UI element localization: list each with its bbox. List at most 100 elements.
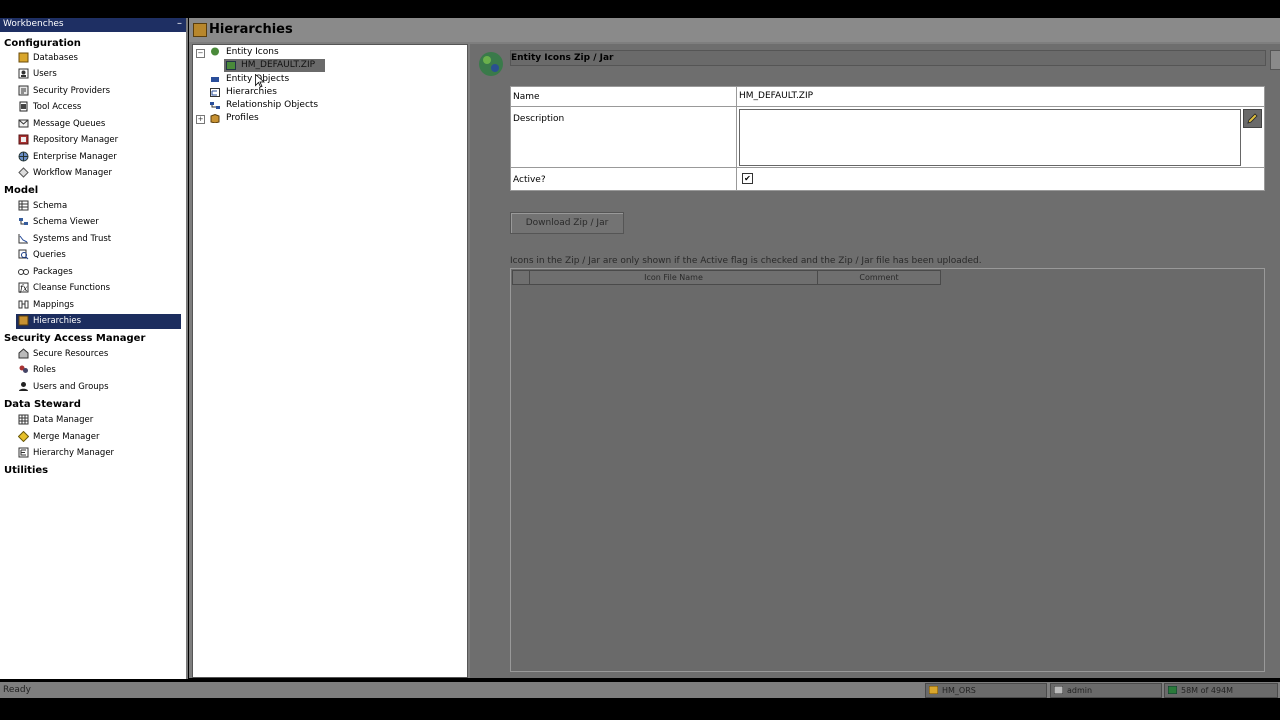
grid-col-comment[interactable]: Comment <box>817 270 941 285</box>
workbench-item-hierarchy-manager[interactable]: Hierarchy Manager <box>16 446 181 461</box>
workbench-item-label: Secure Resources <box>33 349 109 359</box>
tree-node-entity-icons[interactable]: Entity Icons <box>226 47 279 57</box>
active-checkbox[interactable]: ✔ <box>742 173 753 184</box>
workbench-item-schema[interactable]: Schema <box>16 199 181 214</box>
expand-toggle[interactable]: + <box>196 115 205 124</box>
mappings-icon <box>18 299 29 310</box>
status-database: HM_ORS <box>925 683 1047 698</box>
workbench-item-cleanse-functions[interactable]: fx Cleanse Functions <box>16 281 181 296</box>
edit-description-button[interactable] <box>1243 109 1262 128</box>
collapse-toggle[interactable]: − <box>196 49 205 58</box>
section-security-access-manager[interactable]: Security Access Manager <box>4 333 145 344</box>
roles-icon <box>18 364 29 375</box>
workbench-item-mappings[interactable]: Mappings <box>16 298 181 313</box>
packages-icon <box>18 266 29 277</box>
tree-node-hierarchies[interactable]: Hierarchies <box>226 87 277 97</box>
name-label-cell <box>510 86 738 108</box>
form-title: Entity Icons Zip / Jar <box>511 53 614 63</box>
hierarchies-icon <box>18 315 29 326</box>
workbench-item-merge-manager[interactable]: Merge Manager <box>16 430 181 445</box>
workbench-item-users-and-groups[interactable]: Users and Groups <box>16 380 181 395</box>
svg-text:fx: fx <box>19 284 28 293</box>
section-configuration[interactable]: Configuration <box>4 38 81 49</box>
pencil-icon <box>1247 113 1258 124</box>
download-zip-jar-button[interactable]: Download Zip / Jar <box>510 212 624 234</box>
workbench-item-schema-viewer[interactable]: Schema Viewer <box>16 215 181 230</box>
workbench-item-queries[interactable]: Queries <box>16 248 181 263</box>
tree-node-hm-default-zip[interactable]: HM_DEFAULT.ZIP <box>241 60 315 70</box>
name-value-cell <box>736 86 1265 108</box>
relationship-objects-icon <box>210 102 220 109</box>
workbench-item-label: Hierarchy Manager <box>33 448 115 458</box>
workbenches-title-bar: Workbenches – <box>0 18 186 32</box>
workbench-item-secure-resources[interactable]: Secure Resources <box>16 347 181 362</box>
workbench-item-hierarchies[interactable]: Hierarchies <box>16 314 181 329</box>
status-memory-label: 58M of 494M <box>1181 686 1234 695</box>
workbench-item-label: Queries <box>33 250 66 260</box>
workbench-item-systems-and-trust[interactable]: Systems and Trust <box>16 232 181 247</box>
secure-resources-icon <box>18 348 29 359</box>
workbench-item-label: Mappings <box>33 300 74 310</box>
repository-manager-icon <box>18 134 29 145</box>
grid-row-header <box>512 270 530 285</box>
status-database-label: HM_ORS <box>942 686 976 695</box>
users-groups-icon <box>18 381 29 392</box>
description-label: Description <box>513 114 565 124</box>
workbench-item-tool-access[interactable]: Tool Access <box>16 100 181 115</box>
workbench-item-label: Data Manager <box>33 415 94 425</box>
tree-node-profiles[interactable]: Profiles <box>226 113 259 123</box>
workbench-item-roles[interactable]: Roles <box>16 363 181 378</box>
status-user-label: admin <box>1067 686 1093 695</box>
workbench-item-label: Repository Manager <box>33 135 119 145</box>
workbench-item-label: Message Queues <box>33 119 106 129</box>
workbench-item-packages[interactable]: Packages <box>16 265 181 280</box>
status-bar: Ready HM_ORS admin 58M of 494M <box>0 682 1280 698</box>
users-icon <box>18 68 29 79</box>
form-title-bar: Entity Icons Zip / Jar <box>510 50 1266 66</box>
workbench-item-label: Users and Groups <box>33 382 109 392</box>
section-utilities[interactable]: Utilities <box>4 465 48 476</box>
status-text: Ready <box>3 685 31 695</box>
active-value-cell <box>736 167 1265 191</box>
page-title: Hierarchies <box>209 22 293 37</box>
workbench-item-label: Enterprise Manager <box>33 152 117 162</box>
workbench-item-enterprise-manager[interactable]: Enterprise Manager <box>16 150 181 165</box>
schema-viewer-icon <box>18 216 29 227</box>
workbenches-title: Workbenches <box>3 19 64 29</box>
name-label: Name <box>513 92 540 102</box>
section-data-steward[interactable]: Data Steward <box>4 399 81 410</box>
memory-icon <box>1168 686 1177 694</box>
active-label: Active? <box>513 175 546 185</box>
user-icon <box>1054 686 1063 694</box>
database-icon <box>18 52 29 63</box>
workbench-item-data-manager[interactable]: Data Manager <box>16 413 181 428</box>
description-textarea[interactable] <box>739 109 1241 166</box>
collapse-icon[interactable]: – <box>177 18 182 29</box>
workbench-item-label: Databases <box>33 53 78 63</box>
workbench-item-workflow-manager[interactable]: Workflow Manager <box>16 166 181 181</box>
workbench-item-message-queues[interactable]: Message Queues <box>16 117 181 132</box>
tool-access-icon <box>18 101 29 112</box>
section-model[interactable]: Model <box>4 185 38 196</box>
panel-side-button[interactable] <box>1270 50 1280 70</box>
zip-file-icon <box>226 61 236 70</box>
workbench-item-label: Tool Access <box>33 102 82 112</box>
workbench-item-users[interactable]: Users <box>16 67 181 82</box>
tree-node-relationship-objects[interactable]: Relationship Objects <box>226 100 318 110</box>
schema-icon <box>18 200 29 211</box>
profiles-icon <box>210 114 220 123</box>
workflow-manager-icon <box>18 167 29 178</box>
workbench-item-label: Schema <box>33 201 68 211</box>
hierarchy-manager-icon <box>18 447 29 458</box>
workbenches-panel: Workbenches – Configuration Databases Us… <box>0 18 188 679</box>
workbench-item-label: Packages <box>33 267 73 277</box>
workbench-item-repository-manager[interactable]: Repository Manager <box>16 133 181 148</box>
workbench-item-label: Workflow Manager <box>33 168 112 178</box>
cleanse-functions-icon: fx <box>18 282 29 293</box>
workbench-item-databases[interactable]: Databases <box>16 51 181 66</box>
grid-col-icon-file-name[interactable]: Icon File Name <box>529 270 818 285</box>
data-manager-icon <box>18 414 29 425</box>
workbench-item-security-providers[interactable]: Security Providers <box>16 84 181 99</box>
systems-trust-icon <box>18 233 29 244</box>
hierarchies-icon <box>193 23 207 37</box>
